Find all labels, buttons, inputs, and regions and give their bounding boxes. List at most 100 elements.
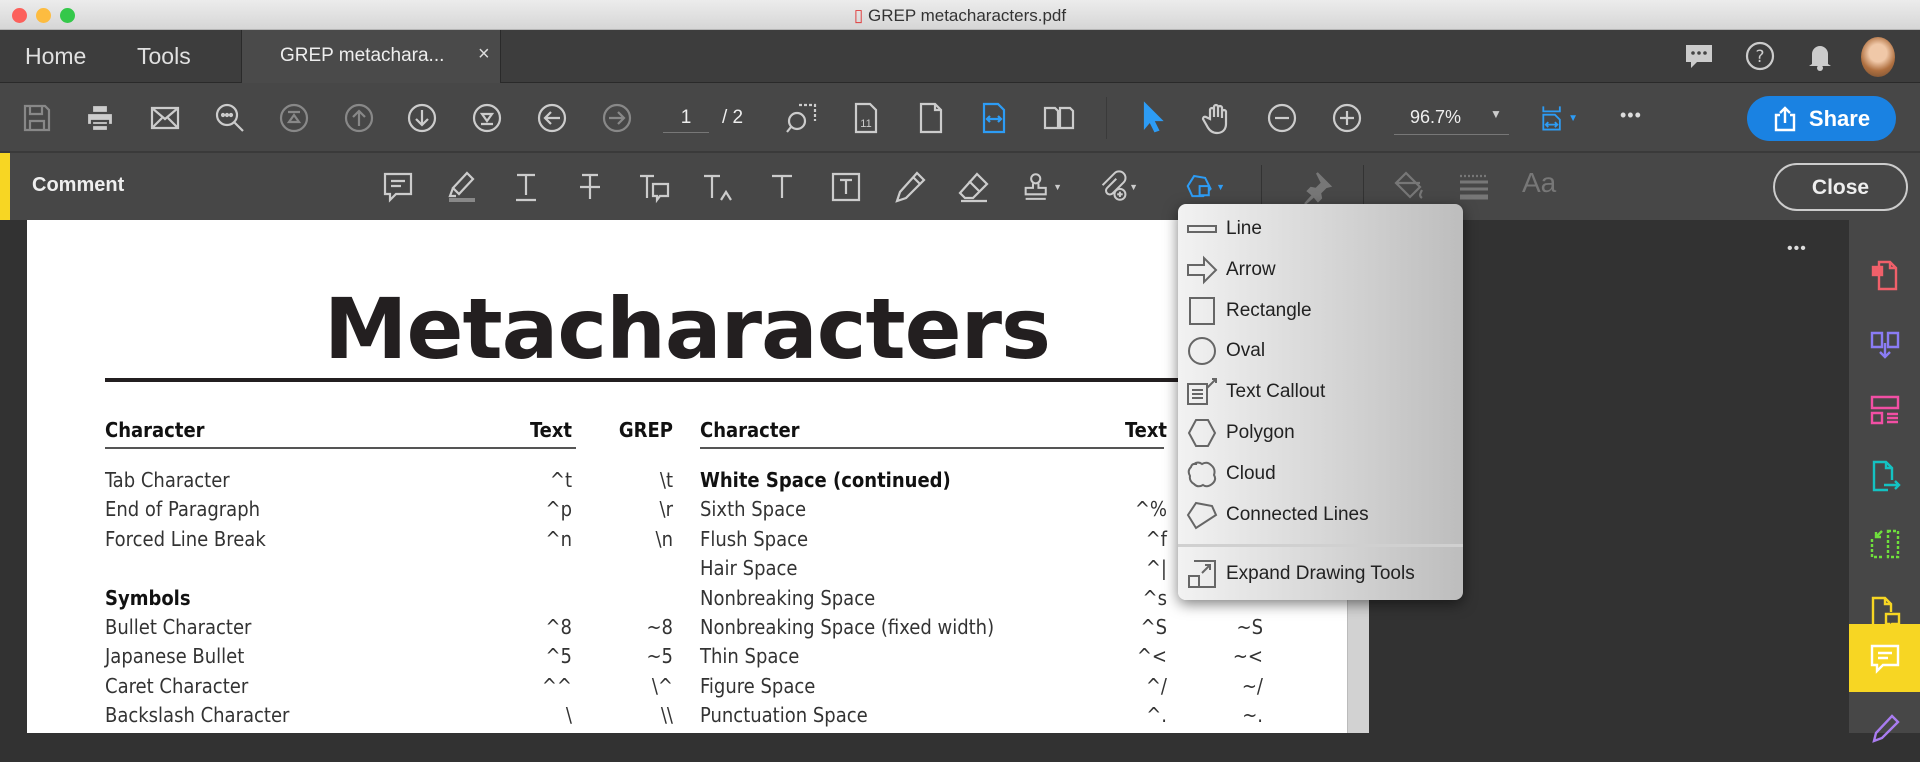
replace-text-icon[interactable] [634,167,674,207]
pdf-file-icon: ▯ [854,6,868,25]
row-character: Punctuation Space [700,703,868,727]
row-grep-code: ~S [1236,615,1263,639]
select-cursor-icon[interactable] [1134,99,1172,137]
menu-item-line[interactable]: Line [1178,209,1463,249]
menu-item-expand-drawing-tools[interactable]: Expand Drawing Tools [1178,554,1463,594]
notifications-bell-icon[interactable] [1805,40,1835,77]
hand-tool-icon[interactable] [1199,99,1237,137]
last-page-icon[interactable] [468,99,506,137]
chevron-down-icon: ▼ [1490,107,1502,121]
marquee-zoom-icon[interactable] [783,99,821,137]
next-page-icon[interactable] [403,99,441,137]
menu-item-label: Text Callout [1226,381,1325,403]
tab-close-button[interactable]: × [478,43,490,66]
zoom-level-dropdown[interactable]: 96.7% ▼ [1394,103,1509,135]
menu-item-rectangle[interactable]: Rectangle [1178,291,1463,331]
row-text-code: ^< [1137,644,1167,668]
row-text-code: ^p [545,497,572,521]
menu-item-polygon[interactable]: Polygon [1178,413,1463,453]
text-properties-icon[interactable]: Aa [1522,167,1556,199]
pencil-icon[interactable] [890,167,930,207]
fit-page-dropdown-icon[interactable]: ▼ [1540,99,1578,137]
fill-sign-icon[interactable] [1849,696,1920,762]
two-page-view-icon[interactable] [1040,99,1078,137]
text-callout-icon [1186,376,1218,408]
strikethrough-icon[interactable] [570,167,610,207]
menu-item-label: Expand Drawing Tools [1226,563,1415,585]
column-header-grep: GREP [619,418,673,442]
fit-width-icon[interactable] [975,99,1013,137]
row-grep-code: ~5 [646,644,673,668]
header-rule [105,447,576,449]
first-page-icon[interactable] [275,99,313,137]
chat-icon[interactable] [1683,40,1715,77]
zoom-in-icon[interactable] [1328,99,1366,137]
row-character: Hair Space [700,556,798,580]
help-icon[interactable]: ? [1744,40,1776,77]
column-header-text: Text [530,418,572,442]
panel-more-button[interactable]: ••• [1787,240,1807,258]
row-text-code: ^8 [545,615,572,639]
line-properties-icon[interactable] [1454,167,1494,207]
organize-pages-icon[interactable] [1849,377,1920,443]
fill-color-icon[interactable] [1389,167,1429,207]
pin-icon[interactable] [1296,167,1336,207]
previous-page-icon[interactable] [340,99,378,137]
search-icon[interactable] [211,99,249,137]
more-tools-button[interactable]: ••• [1620,105,1642,126]
zoom-level-value: 96.7% [1410,107,1461,128]
close-comment-button[interactable]: Close [1773,163,1908,211]
add-text-icon[interactable] [762,167,802,207]
drawing-tools-dropdown-icon[interactable]: ▼ [1185,167,1225,207]
stamp-dropdown-icon[interactable]: ▼ [1022,167,1062,207]
compress-pdf-icon[interactable] [1849,511,1920,577]
row-text-code: ^S [1140,615,1167,639]
tab-home[interactable]: Home [25,43,86,70]
forward-icon[interactable] [598,99,636,137]
comment-tool-icon[interactable] [1849,624,1920,692]
tab-tools[interactable]: Tools [137,43,191,70]
back-icon[interactable] [533,99,571,137]
export-pdf-icon[interactable] [1849,443,1920,509]
attach-file-dropdown-icon[interactable]: ▼ [1098,167,1138,207]
create-pdf-icon[interactable] [1849,242,1920,308]
row-grep-code: ~. [1242,703,1263,727]
tab-document[interactable]: GREP metachara... × [241,30,501,83]
menu-item-text-callout[interactable]: Text Callout [1178,372,1463,412]
save-icon[interactable] [18,99,56,137]
right-tools-sidebar [1849,220,1920,733]
eraser-icon[interactable] [954,167,994,207]
polygon-icon [1186,417,1218,449]
comment-toolbar: Comment ▼ ▼ ▼ Aa Close [0,153,1920,220]
row-grep-code: ~< [1233,644,1263,668]
column-header-character: Character [105,418,205,442]
combine-files-icon[interactable] [1849,311,1920,377]
menu-item-arrow[interactable]: Arrow [1178,250,1463,290]
comment-label: Comment [32,174,124,197]
menu-item-label: Polygon [1226,422,1295,444]
sticky-note-icon[interactable] [378,167,418,207]
title-bar: ▯ GREP metacharacters.pdf [0,0,1920,30]
connected-lines-icon [1186,499,1218,531]
page-number-input[interactable]: 1 [663,103,709,133]
page-view-icon[interactable] [912,99,950,137]
print-icon[interactable] [81,99,119,137]
user-avatar[interactable] [1861,37,1895,77]
drawing-tools-menu: Line Arrow Rectangle Oval Text Callout P… [1178,204,1463,600]
menu-item-label: Rectangle [1226,300,1312,322]
text-box-icon[interactable] [826,167,866,207]
menu-item-oval[interactable]: Oval [1178,331,1463,371]
insert-text-icon[interactable] [698,167,738,207]
single-page-view-icon[interactable]: 11 [847,99,885,137]
column-header-character: Character [700,418,800,442]
menu-item-connected-lines[interactable]: Connected Lines [1178,495,1463,535]
share-button[interactable]: Share [1747,96,1896,141]
tab-document-label: GREP metachara... [280,45,444,67]
underline-text-icon[interactable] [506,167,546,207]
row-character: Nonbreaking Space [700,586,875,610]
email-icon[interactable] [146,99,184,137]
zoom-out-icon[interactable] [1263,99,1301,137]
highlight-icon[interactable] [442,167,482,207]
row-character: Forced Line Break [105,527,266,551]
menu-item-cloud[interactable]: Cloud [1178,454,1463,494]
